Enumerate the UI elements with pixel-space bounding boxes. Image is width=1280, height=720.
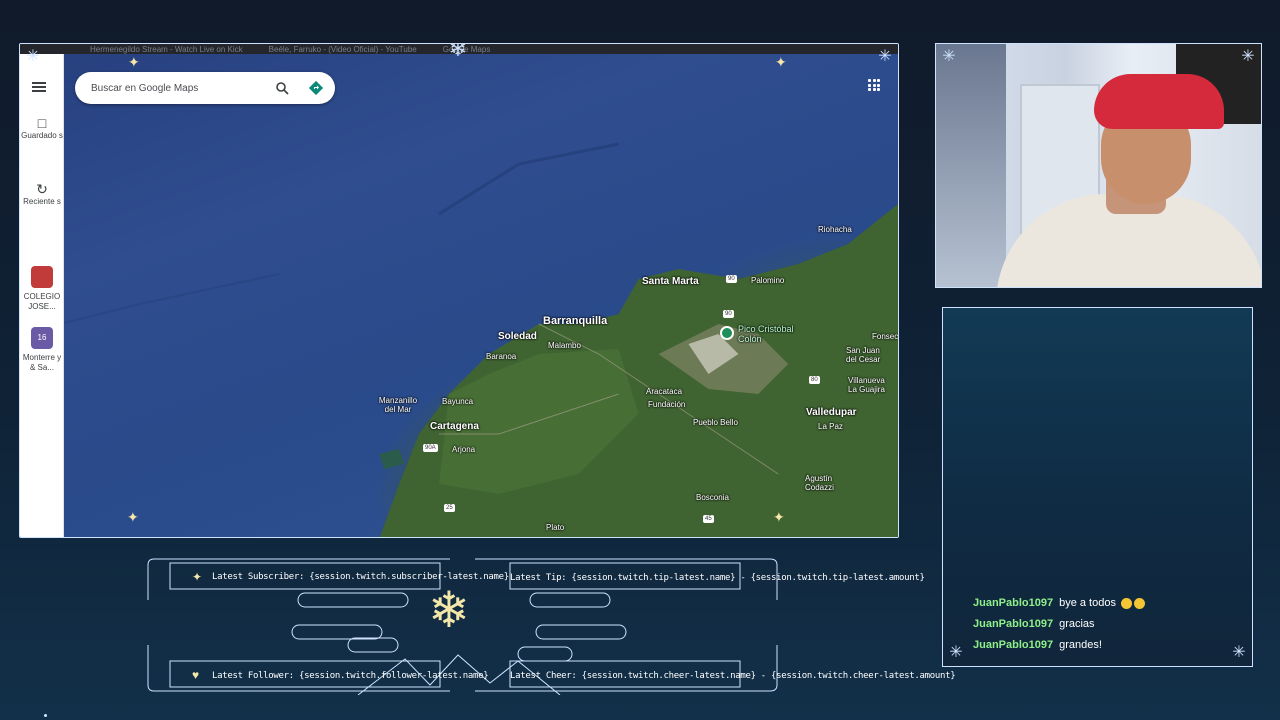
search-icon[interactable] bbox=[275, 81, 289, 95]
chat-text: grandes! bbox=[1059, 639, 1102, 651]
map-label-malambo[interactable]: Malambo bbox=[548, 341, 581, 350]
search-input[interactable] bbox=[91, 82, 261, 94]
sparkle-icon: ✦ bbox=[128, 54, 140, 70]
road-badge: 90 bbox=[723, 310, 734, 318]
screen-capture: Hermenegildo Stream - Watch Live on Kick… bbox=[19, 43, 899, 538]
latest-cheer-label: Latest Cheer: {session.twitch.cheer-late… bbox=[510, 671, 956, 681]
map-label-cartagena[interactable]: Cartagena bbox=[430, 421, 479, 432]
monterrey-thumbnail: 16 bbox=[31, 327, 53, 349]
map-label-bayunca[interactable]: Bayunca bbox=[442, 397, 473, 406]
sidebar-item-label: COLEGIO JOSE... bbox=[23, 292, 61, 311]
latest-tip-label: Latest Tip: {session.twitch.tip-latest.n… bbox=[510, 573, 925, 583]
map-terrain bbox=[20, 142, 898, 537]
history-icon: ↻ bbox=[36, 181, 48, 197]
frame-corner-ornament: ✳ bbox=[26, 48, 40, 65]
map-canvas[interactable]: Barranquilla Santa Marta Soledad Malambo… bbox=[20, 54, 898, 537]
road-badge: 45 bbox=[703, 515, 714, 523]
chat-panel: JuanPablo1097 bye a todos JuanPablo1097 … bbox=[942, 307, 1253, 667]
sidebar-item-recent[interactable]: ↻ Reciente s bbox=[20, 181, 64, 207]
map-label-fonseca[interactable]: Fonsec bbox=[872, 332, 898, 341]
sparkle-icon: ✦ bbox=[775, 54, 787, 70]
map-label-arjona[interactable]: Arjona bbox=[452, 445, 475, 454]
latest-follower-label: Latest Follower: {session.twitch.followe… bbox=[212, 671, 489, 681]
frame-corner-ornament: ✳ bbox=[949, 644, 963, 661]
map-label-villanueva[interactable]: Villanueva La Guajira bbox=[848, 376, 894, 394]
google-apps-grid-icon[interactable] bbox=[868, 79, 880, 91]
map-label-plato[interactable]: Plato bbox=[546, 523, 564, 532]
road-badge: 80 bbox=[809, 376, 820, 384]
decorative-dot bbox=[44, 714, 47, 717]
map-label-pueblo-bello[interactable]: Pueblo Bello bbox=[693, 418, 738, 427]
chat-text: gracias bbox=[1059, 618, 1095, 630]
map-label-la-paz[interactable]: La Paz bbox=[818, 422, 843, 431]
map-label-manzanillo[interactable]: Manzanillo del Mar bbox=[377, 396, 419, 414]
chat-message: JuanPablo1097 grandes! bbox=[973, 639, 1102, 651]
mountain-peak-icon[interactable] bbox=[720, 326, 734, 340]
colegio-thumbnail bbox=[31, 266, 53, 288]
map-label-bosconia[interactable]: Bosconia bbox=[696, 493, 729, 502]
map-label-fundacion[interactable]: Fundación bbox=[648, 400, 685, 409]
maps-sidebar: □ Guardado s ↻ Reciente s COLEGIO JOSE..… bbox=[20, 54, 64, 537]
map-label-palomino[interactable]: Palomino bbox=[751, 276, 784, 285]
sidebar-item-colegio[interactable]: COLEGIO JOSE... bbox=[20, 266, 64, 312]
chat-username[interactable]: JuanPablo1097 bbox=[973, 639, 1053, 651]
browser-tab[interactable]: Hermenegildo Stream - Watch Live on Kick bbox=[90, 45, 243, 54]
map-label-santa-marta[interactable]: Santa Marta bbox=[642, 276, 699, 287]
bookmark-icon: □ bbox=[37, 115, 47, 131]
map-label-aracataca[interactable]: Aracataca bbox=[646, 387, 682, 396]
road-badge: 25 bbox=[444, 504, 455, 512]
chat-username[interactable]: JuanPablo1097 bbox=[973, 597, 1053, 609]
snowflake-icon: ❄ bbox=[448, 43, 468, 61]
frame-corner-ornament: ✳ bbox=[1241, 48, 1255, 65]
sidebar-item-label: Guardado s bbox=[21, 131, 63, 140]
chat-message: JuanPablo1097 bye a todos bbox=[973, 597, 1146, 609]
map-label-baranoa[interactable]: Baranoa bbox=[486, 352, 516, 361]
snowflake-icon: ❄ bbox=[428, 582, 470, 638]
frame-corner-ornament: ✳ bbox=[942, 48, 956, 65]
sidebar-item-monterrey[interactable]: 16 Monterre y & Sa... bbox=[20, 327, 64, 373]
latest-subscriber-label: Latest Subscriber: {session.twitch.subsc… bbox=[212, 572, 509, 582]
hamburger-menu-icon[interactable] bbox=[32, 82, 46, 92]
pleading-face-emoji bbox=[1134, 597, 1146, 609]
map-label-riohacha[interactable]: Riohacha bbox=[818, 225, 852, 234]
road-badge: 90 bbox=[726, 275, 737, 283]
star-icon: ✦ bbox=[192, 570, 203, 584]
chat-message: JuanPablo1097 gracias bbox=[973, 618, 1095, 630]
maps-search-box[interactable] bbox=[75, 72, 335, 104]
map-label-san-juan[interactable]: San Juan del Cesar bbox=[846, 346, 890, 364]
sparkle-icon: ✦ bbox=[773, 509, 785, 525]
chat-username[interactable]: JuanPablo1097 bbox=[973, 618, 1053, 630]
sparkle-icon: ✦ bbox=[127, 509, 139, 525]
sidebar-item-label: Monterre y & Sa... bbox=[22, 353, 62, 372]
map-label-soledad[interactable]: Soledad bbox=[498, 331, 537, 342]
heart-icon: ♥ bbox=[192, 668, 200, 682]
frame-corner-ornament: ✳ bbox=[1232, 644, 1246, 661]
red-cap bbox=[1094, 74, 1224, 129]
map-label-barranquilla[interactable]: Barranquilla bbox=[543, 315, 607, 327]
chat-text: bye a todos bbox=[1059, 597, 1146, 609]
pleading-face-emoji bbox=[1121, 597, 1133, 609]
road-badge: 90A bbox=[423, 444, 438, 452]
webcam-feed: ✳ ✳ bbox=[935, 43, 1262, 288]
sidebar-item-label: Reciente s bbox=[23, 197, 61, 206]
browser-tab[interactable]: Beéle, Farruko - (Video Oficial) - YouTu… bbox=[269, 45, 417, 54]
map-label-pico-cristobal-colon[interactable]: Pico Cristóbal Colón bbox=[738, 324, 808, 344]
frame-corner-ornament: ✳ bbox=[878, 48, 892, 65]
directions-icon[interactable] bbox=[309, 81, 323, 95]
map-label-valledupar[interactable]: Valledupar bbox=[806, 407, 857, 418]
sidebar-item-saved[interactable]: □ Guardado s bbox=[20, 115, 64, 141]
map-label-agustin-codazzi[interactable]: Agustín Codazzi bbox=[805, 474, 839, 492]
